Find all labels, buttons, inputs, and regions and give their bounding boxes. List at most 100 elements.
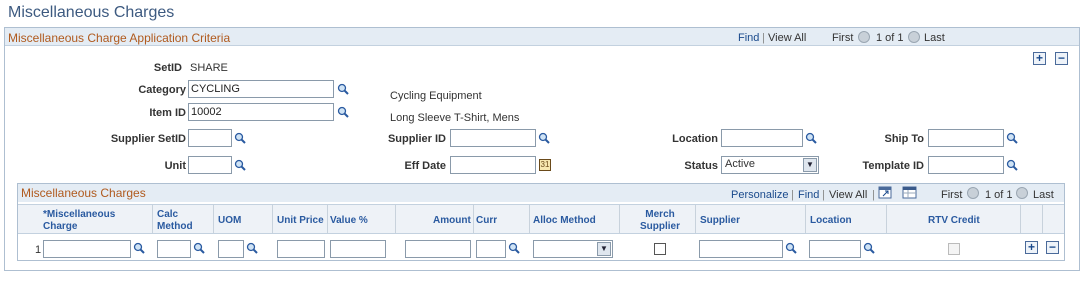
criteria-row-count: 1 of 1 [876,32,904,44]
misc-charge-input[interactable] [43,240,131,258]
ship-to-input[interactable] [928,129,1004,147]
setid-label: SetID [153,62,182,74]
category-lookup-search-icon[interactable] [337,83,349,95]
grid-previous-arrow-icon[interactable] [967,187,979,199]
download-grid-icon[interactable] [902,186,917,199]
column-header-value-percent[interactable]: Value % [330,215,368,227]
category-input[interactable] [188,80,334,98]
status-chevron-down-icon[interactable]: ▼ [803,158,817,172]
grid-row-count: 1 of 1 [985,189,1013,201]
location-label: Location [672,133,718,145]
grid-first-label: First [941,189,963,201]
currency-lookup-search-icon[interactable] [508,242,520,254]
criteria-previous-arrow-icon[interactable] [858,31,870,43]
unit-label: Unit [164,160,186,172]
value-percent-input[interactable] [330,240,386,258]
criteria-view-all-link[interactable]: View All [768,32,806,44]
misc-charges-grid-title: Miscellaneous Charges [21,186,146,200]
grid-add-row-button[interactable]: + [1025,241,1038,254]
criteria-add-row-button[interactable]: + [1033,52,1046,65]
column-divider [695,205,696,233]
eff-date-input[interactable] [450,156,536,174]
status-selected-value: Active [725,158,755,170]
criteria-find-link[interactable]: Find [738,32,759,44]
unit-input[interactable] [188,156,232,174]
column-divider [327,205,328,233]
column-divider [152,205,153,233]
item-id-label: Item ID [149,107,186,119]
grid-nav-separator: | [822,189,825,201]
column-header-currency[interactable]: Curr [476,215,497,227]
column-header-location[interactable]: Location [810,215,852,227]
supplier-lookup-search-icon[interactable] [785,242,797,254]
setid-value: SHARE [190,62,228,74]
grid-next-arrow-icon[interactable] [1016,187,1028,199]
column-header-rtv-credit[interactable]: RTV Credit [928,215,980,227]
template-id-label: Template ID [862,160,924,172]
misc-charge-lookup-search-icon[interactable] [133,242,145,254]
supplier-id-input[interactable] [450,129,536,147]
grid-location-lookup-search-icon[interactable] [863,242,875,254]
grid-view-all-link[interactable]: View All [829,189,867,201]
item-id-lookup-search-icon[interactable] [337,106,349,118]
location-lookup-search-icon[interactable] [805,132,817,144]
merch-supplier-checkbox[interactable] [654,243,666,255]
calendar-icon[interactable]: 31 [539,159,551,171]
column-header-merch-supplier-line1: Merch [645,209,675,220]
supplier-input[interactable] [699,240,783,258]
column-divider [529,205,530,233]
ship-to-lookup-search-icon[interactable] [1006,132,1018,144]
column-header-supplier[interactable]: Supplier [700,215,740,227]
supplier-setid-label: Supplier SetID [110,133,186,145]
column-header-unit-price[interactable]: Unit Price [277,215,324,227]
column-divider [1020,205,1021,233]
row-number: 1 [35,244,42,256]
grid-delete-row-button[interactable]: − [1046,241,1059,254]
item-id-description: Long Sleeve T-Shirt, Mens [390,112,520,124]
column-divider [213,205,214,233]
supplier-id-lookup-search-icon[interactable] [538,132,550,144]
criteria-delete-row-button[interactable]: − [1055,52,1068,65]
column-header-calc-method[interactable]: Calc Method [157,209,193,233]
column-divider [473,205,474,233]
grid-location-input[interactable] [809,240,861,258]
grid-personalize-link[interactable]: Personalize [731,189,788,201]
location-input[interactable] [721,129,803,147]
uom-input[interactable] [218,240,244,258]
column-header-alloc-method[interactable]: Alloc Method [533,215,596,227]
grid-nav-separator: | [791,189,794,201]
eff-date-label: Eff Date [404,160,446,172]
alloc-method-chevron-down-icon[interactable]: ▼ [597,242,611,256]
column-header-amount[interactable]: Amount [433,215,471,227]
uom-lookup-search-icon[interactable] [246,242,258,254]
column-divider [272,205,273,233]
column-header-misc-charge[interactable]: *Miscellaneous Charge [43,209,115,233]
criteria-last-label: Last [924,32,945,44]
ship-to-label: Ship To [884,133,924,145]
column-divider [805,205,806,233]
status-label: Status [684,160,718,172]
item-id-input[interactable] [188,103,334,121]
unit-price-input[interactable] [277,240,325,258]
column-divider [395,205,396,233]
supplier-setid-lookup-search-icon[interactable] [234,132,246,144]
amount-input[interactable] [405,240,471,258]
supplier-setid-input[interactable] [188,129,232,147]
column-divider [886,205,887,233]
column-header-calc-method-line2: Method [157,221,193,232]
column-header-merch-supplier[interactable]: Merch Supplier [640,209,680,233]
grid-find-link[interactable]: Find [798,189,819,201]
calc-method-input[interactable] [157,240,191,258]
currency-input[interactable] [476,240,506,258]
calc-method-lookup-search-icon[interactable] [193,242,205,254]
rtv-credit-checkbox [948,243,960,255]
column-header-uom[interactable]: UOM [218,215,241,227]
page-title: Miscellaneous Charges [8,4,175,21]
criteria-panel-title: Miscellaneous Charge Application Criteri… [8,31,231,45]
unit-lookup-search-icon[interactable] [234,159,246,171]
template-id-lookup-search-icon[interactable] [1006,159,1018,171]
template-id-input[interactable] [928,156,1004,174]
criteria-next-arrow-icon[interactable] [908,31,920,43]
new-window-icon[interactable] [878,186,892,199]
column-divider [619,205,620,233]
